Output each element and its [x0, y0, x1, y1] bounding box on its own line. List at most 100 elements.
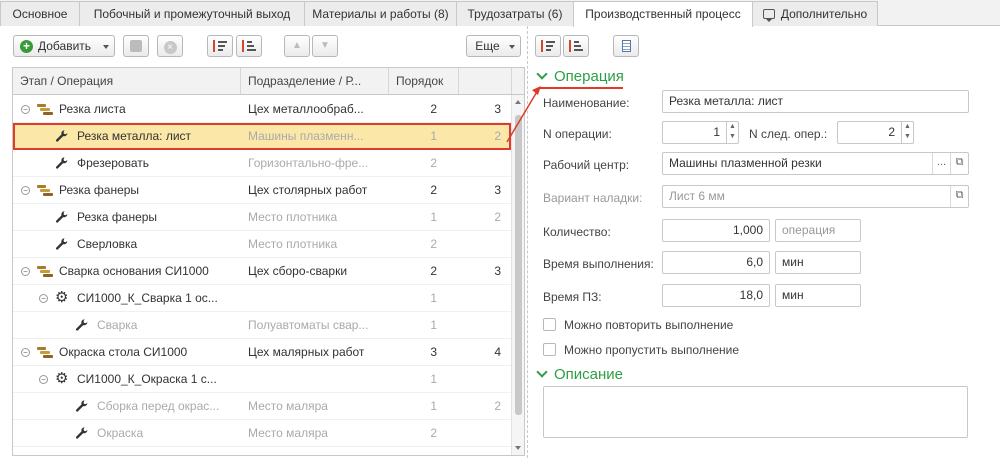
row-department: Место плотника: [248, 237, 338, 251]
vertical-scrollbar[interactable]: [511, 95, 524, 455]
table-row[interactable]: Окраска Место маляра 2: [13, 420, 511, 447]
op-number-value: 1: [713, 125, 720, 139]
exec-time-unit-field[interactable]: мин: [775, 251, 861, 274]
row-order: 1: [430, 210, 437, 224]
tab-production-process[interactable]: Производственный процесс: [573, 1, 753, 27]
row-department: Цех малярных работ: [248, 345, 365, 359]
repeat-label[interactable]: Можно повторить выполнение: [564, 318, 733, 332]
copy-button[interactable]: [123, 35, 149, 57]
column-header-order[interactable]: Порядок: [389, 68, 459, 94]
table-row[interactable]: − Резка листа Цех металлообраб... 2 3: [13, 96, 511, 123]
sort-asc-button-right[interactable]: [535, 35, 561, 57]
row-next-order: 4: [494, 345, 501, 359]
tab-main[interactable]: Основное: [0, 1, 80, 26]
row-next-order: 3: [494, 102, 501, 116]
wrench-icon: [75, 400, 88, 412]
exec-time-field[interactable]: 6,0: [662, 251, 770, 274]
operation-section-title: Операция: [554, 68, 624, 85]
row-name: Сверловка: [77, 237, 138, 251]
row-order: 2: [430, 102, 437, 116]
select-icon[interactable]: ...: [932, 153, 950, 174]
tab-materials[interactable]: Материалы и работы (8): [304, 1, 457, 26]
stage-icon: [37, 266, 53, 277]
wrench-icon: [55, 157, 68, 169]
sort-asc-button[interactable]: [207, 35, 233, 57]
description-section-header[interactable]: Описание: [536, 366, 623, 383]
details-panel: Операция Наименование: Резка металла: ли…: [529, 26, 1000, 458]
collapse-toggle-icon[interactable]: −: [39, 375, 48, 384]
sort-desc-button-right[interactable]: [563, 35, 589, 57]
sort-desc-button[interactable]: [236, 35, 262, 57]
op-number-field[interactable]: 1 ▲ ▼: [662, 121, 739, 144]
row-order: 1: [430, 129, 437, 143]
collapse-toggle-icon[interactable]: −: [21, 105, 30, 114]
table-row[interactable]: Сборка перед окрас... Место маляра 1 2: [13, 393, 511, 420]
tab-additional-label: Дополнительно: [780, 7, 868, 21]
operation-section-header[interactable]: Операция: [536, 68, 624, 85]
row-next-order: 2: [494, 399, 501, 413]
setup-variant-value: Лист 6 мм: [669, 189, 725, 203]
open-icon[interactable]: ⧉: [950, 153, 968, 174]
tab-additional[interactable]: Дополнительно: [752, 1, 878, 26]
table-row[interactable]: Сверловка Место плотника 2: [13, 231, 511, 258]
table-row[interactable]: Резка металла: лист Машины плазменн... 1 2: [13, 123, 511, 150]
row-department: Машины плазменн...: [248, 129, 364, 143]
pz-time-field[interactable]: 18,0: [662, 284, 770, 307]
row-name: Фрезеровать: [77, 156, 149, 170]
table-row[interactable]: − Сварка основания СИ1000 Цех сборо-сварки…: [13, 258, 511, 285]
pz-time-unit-field[interactable]: мин: [775, 284, 861, 307]
setup-variant-field[interactable]: Лист 6 мм ⧉: [662, 185, 969, 208]
collapse-toggle-icon[interactable]: −: [39, 294, 48, 303]
scroll-thumb[interactable]: [515, 115, 522, 415]
tab-labor[interactable]: Трудозатраты (6): [456, 1, 574, 26]
table-row[interactable]: − Резка фанеры Цех столярных работ 2 3: [13, 177, 511, 204]
stepper-icon[interactable]: ▲ ▼: [901, 122, 913, 143]
row-order: 1: [430, 399, 437, 413]
name-field[interactable]: Резка металла: лист: [662, 90, 969, 113]
table-row[interactable]: Сварка Полуавтоматы свар... 1: [13, 312, 511, 339]
row-department: Горизонтально-фре...: [248, 156, 369, 170]
skip-checkbox[interactable]: [543, 343, 556, 356]
row-next-order: 3: [494, 264, 501, 278]
table-row[interactable]: Фрезеровать Горизонтально-фре... 2: [13, 150, 511, 177]
arrow-up-icon: ▲: [292, 40, 302, 51]
row-name: Резка фанеры: [59, 183, 140, 197]
add-button[interactable]: + Добавить: [13, 35, 115, 57]
skip-label[interactable]: Можно пропустить выполнение: [564, 343, 739, 357]
table-row[interactable]: − ⚙ СИ1000_К_Окраска 1 с... 1: [13, 366, 511, 393]
collapse-toggle-icon[interactable]: −: [21, 348, 30, 357]
gear-icon: ⚙: [55, 289, 69, 306]
quantity-field[interactable]: 1,000: [662, 219, 770, 242]
row-order: 1: [430, 291, 437, 305]
stepper-icon[interactable]: ▲ ▼: [726, 122, 738, 143]
tab-byproduct[interactable]: Побочный и промежуточный выход: [79, 1, 305, 26]
row-department: Место маляра: [248, 399, 328, 413]
column-header-stage[interactable]: Этап / Операция: [13, 68, 241, 94]
chevron-down-icon: [509, 45, 515, 49]
sort-ascending-icon: [213, 39, 227, 53]
quantity-label: Количество:: [543, 225, 611, 239]
row-name: Сварка: [97, 318, 138, 332]
table-row[interactable]: − Окраска стола СИ1000 Цех малярных работ 3…: [13, 339, 511, 366]
stage-icon: [37, 347, 53, 358]
pz-time-label: Время ПЗ:: [543, 290, 602, 304]
table-row[interactable]: Резка фанеры Место плотника 1 2: [13, 204, 511, 231]
description-textarea[interactable]: [543, 386, 968, 438]
column-header-next[interactable]: [459, 68, 512, 94]
work-center-label: Рабочий центр:: [543, 158, 630, 172]
repeat-checkbox[interactable]: [543, 318, 556, 331]
report-button[interactable]: [613, 35, 639, 57]
move-up-button[interactable]: ▲: [284, 35, 310, 57]
row-name: Сварка основания СИ1000: [59, 264, 209, 278]
move-down-button[interactable]: ▼: [312, 35, 338, 57]
table-row[interactable]: − ⚙ СИ1000_К_Сварка 1 ос... 1: [13, 285, 511, 312]
next-op-field[interactable]: 2 ▲ ▼: [837, 121, 914, 144]
work-center-field[interactable]: Машины плазменной резки ... ⧉: [662, 152, 969, 175]
column-header-department[interactable]: Подразделение / Р...: [241, 68, 389, 94]
row-next-order: 2: [494, 210, 501, 224]
collapse-toggle-icon[interactable]: −: [21, 267, 30, 276]
more-button[interactable]: Еще: [466, 35, 521, 57]
delete-button[interactable]: ×: [157, 35, 183, 57]
open-icon[interactable]: ⧉: [950, 186, 968, 207]
collapse-toggle-icon[interactable]: −: [21, 186, 30, 195]
